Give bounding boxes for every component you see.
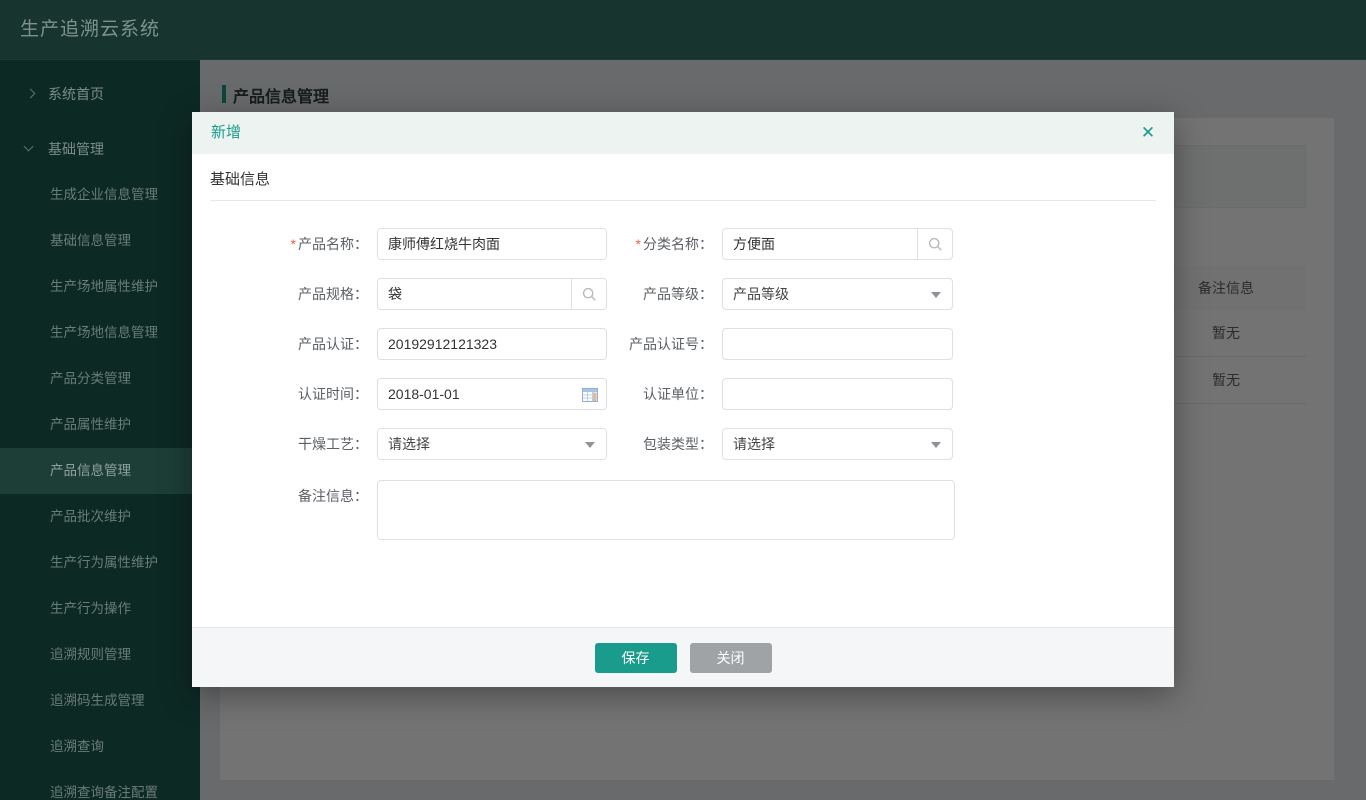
category-name-label: *分类名称： [553, 228, 713, 260]
sidebar-item-label: 基础管理 [48, 129, 104, 169]
category-name-field [722, 228, 953, 260]
product-spec-input[interactable] [378, 279, 571, 309]
sidebar-item-product-batch[interactable]: 产品批次维护 [0, 494, 200, 540]
sidebar-item-behavior-attr[interactable]: 生产行为属性维护 [0, 540, 200, 586]
section-title: 基础信息 [210, 168, 270, 189]
search-icon[interactable] [917, 229, 952, 259]
sidebar-item-product-attr[interactable]: 产品属性维护 [0, 402, 200, 448]
cert-unit-input[interactable] [723, 379, 952, 409]
category-name-input[interactable] [723, 229, 917, 259]
remark-label: 备注信息： [192, 480, 368, 512]
product-grade-value: 产品等级 [733, 286, 789, 302]
sidebar-item-product-info[interactable]: 产品信息管理 [0, 448, 200, 494]
close-button[interactable]: 关闭 [690, 643, 772, 673]
app-root: 生产追溯云系统 系统首页 基础管理 生成企业信息管理 基础信息管理 生产场地属性… [0, 0, 1366, 800]
sidebar-item-home[interactable]: 系统首页 [0, 74, 200, 114]
product-cert-no-label: 产品认证号： [553, 328, 713, 360]
sidebar-item-behavior-op[interactable]: 生产行为操作 [0, 586, 200, 632]
product-name-label: *产品名称： [192, 228, 368, 260]
sidebar-item-trace-code[interactable]: 追溯码生成管理 [0, 678, 200, 724]
modal-footer: 保存 关闭 [192, 627, 1174, 687]
product-cert-no-input[interactable] [723, 329, 952, 359]
sidebar-item-basic-management[interactable]: 基础管理 [0, 129, 200, 169]
sidebar-item-product-category[interactable]: 产品分类管理 [0, 356, 200, 402]
section-divider [210, 200, 1156, 201]
sidebar-item-label: 系统首页 [48, 74, 104, 114]
product-grade-select[interactable]: 产品等级 [722, 278, 953, 310]
required-asterisk: * [636, 236, 641, 252]
sidebar-item-basic-info[interactable]: 基础信息管理 [0, 218, 200, 264]
product-spec-label: 产品规格： [192, 278, 368, 310]
chevron-down-icon [24, 142, 34, 152]
dropdown-arrow-icon [931, 442, 941, 448]
cert-unit-label: 认证单位： [553, 378, 713, 410]
modal-header: 新增 ✕ [192, 112, 1174, 154]
product-cert-label: 产品认证： [192, 328, 368, 360]
save-button[interactable]: 保存 [595, 643, 677, 673]
packaging-type-label: 包装类型： [553, 428, 713, 460]
sidebar-item-site-attr[interactable]: 生产场地属性维护 [0, 264, 200, 310]
sidebar-item-trace-query[interactable]: 追溯查询 [0, 724, 200, 770]
add-product-modal: 新增 ✕ 基础信息 *产品名称： *分类名称： 产品规格： [192, 112, 1174, 687]
product-grade-label: 产品等级： [553, 278, 713, 310]
cert-time-label: 认证时间： [192, 378, 368, 410]
chevron-right-icon [26, 89, 36, 99]
packaging-type-value: 请选择 [733, 436, 775, 452]
sidebar-item-enterprise-info[interactable]: 生成企业信息管理 [0, 172, 200, 218]
sidebar-item-site-info[interactable]: 生产场地信息管理 [0, 310, 200, 356]
app-title: 生产追溯云系统 [20, 0, 160, 60]
cert-unit-field [722, 378, 953, 410]
close-icon[interactable]: ✕ [1137, 122, 1159, 144]
remark-textarea[interactable] [377, 480, 955, 540]
drying-process-label: 干燥工艺： [192, 428, 368, 460]
packaging-type-select[interactable]: 请选择 [722, 428, 953, 460]
sidebar: 系统首页 基础管理 生成企业信息管理 基础信息管理 生产场地属性维护 生产场地信… [0, 60, 200, 800]
modal-title: 新增 [211, 112, 241, 154]
drying-process-value: 请选择 [388, 436, 430, 452]
sidebar-item-trace-query-remark[interactable]: 追溯查询备注配置 [0, 770, 200, 800]
sidebar-submenu: 生成企业信息管理 基础信息管理 生产场地属性维护 生产场地信息管理 产品分类管理… [0, 172, 200, 800]
required-asterisk: * [291, 236, 296, 252]
top-bar: 生产追溯云系统 [0, 0, 1366, 60]
product-cert-no-field [722, 328, 953, 360]
dropdown-arrow-icon [931, 292, 941, 298]
sidebar-item-trace-rule[interactable]: 追溯规则管理 [0, 632, 200, 678]
